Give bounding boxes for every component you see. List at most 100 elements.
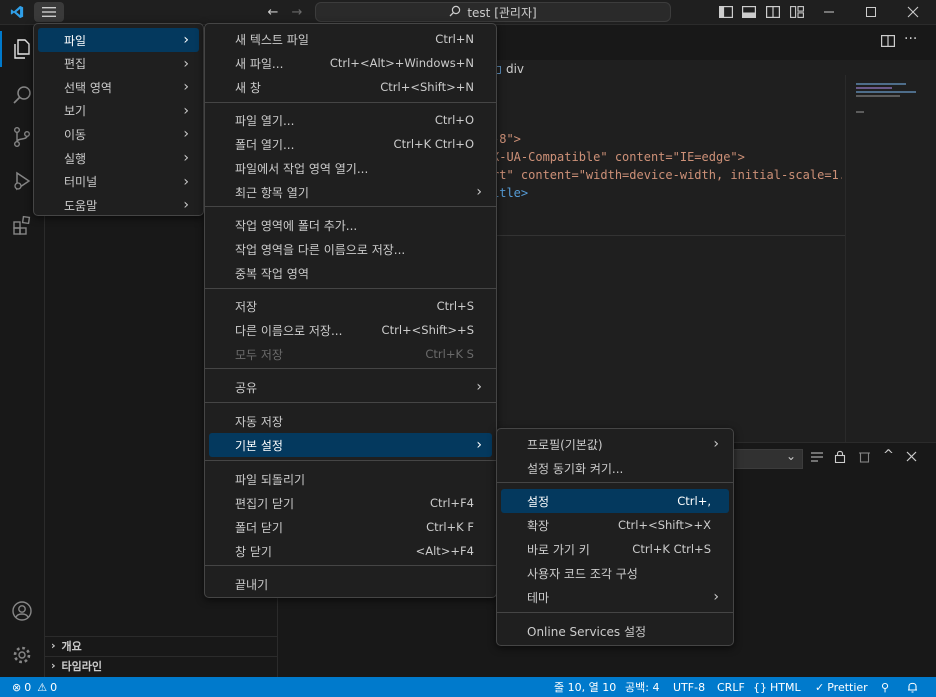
menu-item-label: 중복 작업 영역 (235, 266, 309, 281)
section-label: 타임라인 (61, 659, 103, 673)
preferences-menu-item[interactable]: 설정 Ctrl+, (501, 489, 729, 513)
main-menu-item[interactable]: 보기 › (38, 99, 199, 123)
forward-arrow-icon[interactable]: → (286, 0, 308, 24)
main-menu-item[interactable]: 실행 › (38, 146, 199, 170)
file-menu-item[interactable]: 파일 열기... Ctrl+O (209, 108, 492, 132)
shortcut-label: Ctrl+K Ctrl+S (632, 542, 711, 556)
file-menu-item[interactable]: 편집기 닫기 Ctrl+F4 (209, 491, 492, 515)
code-line[interactable]: X-UA-Compatible" content="IE=edge"> (492, 150, 745, 164)
close-panel-icon[interactable] (906, 451, 917, 465)
back-arrow-icon[interactable]: ← (262, 0, 284, 24)
cursor-position[interactable]: 줄 10, 열 10 (554, 677, 616, 697)
current-line-highlight (492, 235, 845, 236)
file-menu-item[interactable]: 다른 이름으로 저장... Ctrl+<Shift>+S (209, 318, 492, 342)
sidebar-section-timeline[interactable]: › 타임라인 (45, 656, 277, 674)
menu-item-label: 새 텍스트 파일 (235, 32, 309, 47)
sidebar-section-outline[interactable]: › 개요 (45, 636, 277, 654)
menu-separator (205, 368, 496, 369)
minimize-icon[interactable] (818, 0, 840, 24)
preferences-menu-item[interactable]: 사용자 코드 조각 구성 (501, 561, 729, 585)
main-menu-item[interactable]: 터미널 › (38, 170, 199, 194)
file-menu-item[interactable]: 창 닫기 <Alt>+F4 (209, 539, 492, 563)
file-menu-item[interactable]: 새 텍스트 파일 Ctrl+N (209, 27, 492, 51)
menu-item-label: 편집 (64, 57, 87, 72)
minimap-line (856, 83, 906, 85)
more-actions-icon[interactable]: ··· (904, 31, 917, 47)
toggle-secondary-sidebar-icon[interactable] (762, 0, 784, 24)
file-menu-item[interactable]: 기본 설정 › (209, 433, 492, 457)
end-of-line[interactable]: CRLF (717, 677, 745, 697)
file-menu-item[interactable]: 공유 › (209, 375, 492, 399)
shortcut-label: Ctrl+S (436, 299, 474, 313)
notifications-bell-icon[interactable] (907, 677, 918, 697)
preferences-menu-item[interactable]: Online Services 설정 (501, 619, 729, 643)
problems-indicator[interactable]: ⊗ 0 ⚠ 0 (12, 677, 57, 697)
preferences-menu-item[interactable]: 확장 Ctrl+<Shift>+X (501, 513, 729, 537)
main-menu-item[interactable]: 이동 › (38, 122, 199, 146)
account-icon[interactable] (0, 591, 44, 631)
customize-layout-icon[interactable] (786, 0, 808, 24)
menu-item-label: 파일 열기... (235, 113, 295, 128)
file-menu: 새 텍스트 파일 Ctrl+N 새 파일... Ctrl+<Alt>+Windows+… (204, 23, 497, 598)
close-icon[interactable] (902, 0, 924, 24)
braces-icon: {} (753, 680, 767, 694)
shortcut-label: Ctrl+<Shift>+N (380, 80, 474, 94)
menu-item-label: 다른 이름으로 저장... (235, 323, 343, 338)
section-label: 개요 (61, 639, 82, 653)
clear-output-icon[interactable] (858, 450, 871, 466)
encoding[interactable]: UTF-8 (673, 677, 705, 697)
preferences-menu-item[interactable]: 바로 가기 키 Ctrl+K Ctrl+S (501, 537, 729, 561)
menu-item-label: 사용자 코드 조각 구성 (527, 566, 638, 581)
settings-gear-icon[interactable] (0, 635, 44, 675)
hamburger-menu-icon[interactable] (34, 2, 64, 22)
preferences-menu-item[interactable]: 테마 › (501, 585, 729, 609)
code-line[interactable]: rt" content="width=device-width, initial… (492, 168, 842, 182)
file-menu-item[interactable]: 새 파일... Ctrl+<Alt>+Windows+N (209, 51, 492, 75)
formatter-label: Prettier (827, 680, 868, 694)
file-menu-item[interactable]: 최근 항목 열기 › (209, 180, 492, 204)
error-icon: ⊗ (12, 680, 22, 694)
menu-separator (205, 288, 496, 289)
file-menu-item[interactable]: 폴더 닫기 Ctrl+K F (209, 515, 492, 539)
file-menu-item[interactable]: 중복 작업 영역 (209, 261, 492, 285)
file-menu-item[interactable]: 끝내기 (209, 572, 492, 596)
menu-item-label: 공유 (235, 380, 258, 395)
menu-item-label: 끝내기 (235, 577, 269, 592)
file-menu-item[interactable]: 파일 되돌리기 (209, 467, 492, 491)
maximize-panel-icon[interactable]: ^ (883, 448, 894, 463)
shortcut-label: Ctrl+<Shift>+X (617, 518, 711, 532)
menu-item-label: 폴더 닫기 (235, 520, 283, 535)
file-menu-item[interactable]: 폴더 열기... Ctrl+K Ctrl+O (209, 132, 492, 156)
live-share-icon[interactable]: ⚲ (881, 677, 889, 697)
main-menu-item[interactable]: 파일 › (38, 28, 199, 52)
prettier-status[interactable]: ✓ Prettier (815, 677, 868, 697)
language-mode[interactable]: {} HTML (753, 677, 801, 697)
chevron-right-icon: › (183, 197, 189, 214)
menu-item-label: 파일 되돌리기 (235, 472, 306, 487)
file-menu-item[interactable]: 작업 영역을 다른 이름으로 저장... (209, 237, 492, 261)
main-menu-item[interactable]: 편집 › (38, 52, 199, 76)
file-menu-item[interactable]: 새 창 Ctrl+<Shift>+N (209, 75, 492, 99)
preferences-menu-item[interactable]: 프로필(기본값) › (501, 432, 729, 456)
file-menu-item[interactable]: 자동 저장 (209, 409, 492, 433)
indentation[interactable]: 공백: 4 (625, 677, 659, 697)
error-count: 0 (24, 680, 32, 694)
file-menu-item[interactable]: 작업 영역에 폴더 추가... (209, 213, 492, 237)
toggle-panel-icon[interactable] (738, 0, 760, 24)
menu-separator (205, 565, 496, 566)
main-menu-item[interactable]: 선택 영역 › (38, 75, 199, 99)
minimap[interactable] (845, 75, 936, 465)
split-editor-icon[interactable] (881, 35, 896, 51)
file-menu-item[interactable]: 저장 Ctrl+S (209, 294, 492, 318)
word-wrap-icon[interactable] (810, 451, 824, 466)
lock-icon[interactable] (834, 450, 846, 466)
preferences-menu-item[interactable]: 설정 동기화 켜기... (501, 456, 729, 480)
chevron-right-icon: › (183, 173, 189, 190)
code-line[interactable]: itle> (492, 186, 528, 200)
maximize-icon[interactable] (860, 0, 882, 24)
main-menu-item[interactable]: 도움말 › (38, 193, 199, 217)
command-center-search[interactable]: test [관리자] (315, 2, 671, 22)
file-menu-item[interactable]: 파일에서 작업 영역 열기... (209, 156, 492, 180)
toggle-sidebar-icon[interactable] (715, 0, 737, 24)
file-menu-item[interactable]: 모두 저장 Ctrl+K S (209, 342, 492, 366)
